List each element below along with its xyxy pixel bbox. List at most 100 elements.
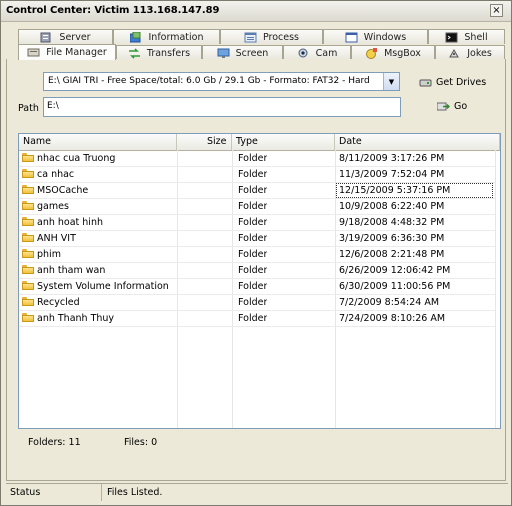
table-row[interactable]: ca nhac Folder 11/3/2009 7:52:04 PM <box>19 167 495 183</box>
table-row[interactable]: ANH VIT Folder 3/19/2009 6:36:30 PM <box>19 231 495 247</box>
cell-type: Folder <box>238 263 267 278</box>
cell-type: Folder <box>238 167 267 182</box>
cell-type-text: Folder <box>238 313 268 324</box>
cell-date-text: 8/11/2009 3:17:26 PM <box>339 153 445 164</box>
tab-label: Transfers <box>146 47 191 59</box>
cell-type: Folder <box>238 247 267 262</box>
column-header-size[interactable]: Size <box>177 134 232 150</box>
cell-name: anh hoat hinh <box>22 215 103 230</box>
folder-icon <box>22 169 34 178</box>
table-row[interactable]: anh hoat hinh Folder 9/18/2008 4:48:32 PM <box>19 215 495 231</box>
cell-name: ca nhac <box>22 167 74 182</box>
cell-name: Recycled <box>22 295 80 310</box>
cell-type-text: Folder <box>238 169 268 180</box>
column-divider <box>495 150 496 428</box>
tab-information[interactable]: Information <box>113 29 220 44</box>
tab-label: MsgBox <box>384 47 421 59</box>
drive-select-value: E:\ GIAI TRI - Free Space/total: 6.0 Gb … <box>48 76 370 86</box>
drive-select[interactable]: E:\ GIAI TRI - Free Space/total: 6.0 Gb … <box>43 72 400 91</box>
tab-transfers[interactable]: Transfers <box>116 45 202 60</box>
cell-type: Folder <box>238 183 267 198</box>
transfers-icon <box>128 47 141 59</box>
tab-label: Jokes <box>467 47 492 59</box>
cell-type: Folder <box>238 279 267 294</box>
cell-name-text: anh Thanh Thuy <box>37 313 115 324</box>
close-button[interactable]: × <box>490 4 503 17</box>
cell-name: nhac cua Truong <box>22 151 115 166</box>
jokes-icon <box>448 48 461 59</box>
path-input[interactable]: E:\ <box>43 97 401 117</box>
column-header-name[interactable]: Name <box>19 134 177 150</box>
folder-icon <box>22 153 34 162</box>
cell-date: 6/26/2009 12:06:42 PM <box>339 263 450 278</box>
msgbox-icon <box>365 47 378 59</box>
cell-date: 12/6/2008 2:21:48 PM <box>339 247 444 262</box>
cell-name: games <box>22 199 69 214</box>
table-row[interactable]: games Folder 10/9/2008 6:22:40 PM <box>19 199 495 215</box>
cell-name: anh Thanh Thuy <box>22 311 114 326</box>
cell-name-text: anh hoat hinh <box>37 217 103 228</box>
cell-date: 3/19/2009 6:36:30 PM <box>339 231 444 246</box>
table-row[interactable]: anh tham wan Folder 6/26/2009 12:06:42 PM <box>19 263 495 279</box>
cell-date: 6/30/2009 11:00:56 PM <box>339 279 450 294</box>
folders-count: Folders: 11 <box>28 437 81 448</box>
title-bar[interactable]: Control Center: Victim 113.168.147.89 × <box>1 1 511 22</box>
table-row[interactable]: Recycled Folder 7/2/2009 8:54:24 AM <box>19 295 495 311</box>
cell-type: Folder <box>238 151 267 166</box>
cell-name: MSOCache <box>22 183 88 198</box>
tab-label: Server <box>59 31 91 43</box>
tab-jokes[interactable]: Jokes <box>435 45 505 60</box>
table-row[interactable]: nhac cua Truong Folder 8/11/2009 3:17:26 P… <box>19 151 495 167</box>
cell-name-text: nhac cua Truong <box>37 153 116 164</box>
process-icon <box>244 32 257 43</box>
column-header-date[interactable]: Date <box>335 134 500 150</box>
window-title: Control Center: Victim 113.168.147.89 <box>6 5 220 16</box>
cell-date: 9/18/2008 4:48:32 PM <box>339 215 444 230</box>
table-row[interactable]: System Volume Information Folder 6/30/2009… <box>19 279 495 295</box>
cell-type: Folder <box>238 199 267 214</box>
tab-windows[interactable]: Windows <box>323 29 428 44</box>
table-row[interactable]: phim Folder 12/6/2008 2:21:48 PM <box>19 247 495 263</box>
tab-label: Cam <box>315 47 338 59</box>
tab-shell[interactable]: Shell <box>428 29 505 44</box>
cell-type-text: Folder <box>238 233 268 244</box>
cell-name: anh tham wan <box>22 263 105 278</box>
shell-icon <box>445 32 458 43</box>
folder-icon <box>22 281 34 290</box>
status-text: Files Listed. <box>107 487 163 498</box>
cell-date-text: 11/3/2009 7:52:04 PM <box>339 169 445 180</box>
get-drives-button[interactable]: Get Drives <box>419 77 486 88</box>
cell-type-text: Folder <box>238 185 268 196</box>
status-label: Status <box>6 484 102 501</box>
cell-name: phim <box>22 247 61 262</box>
windows-icon <box>345 32 358 43</box>
files-count: Files: 0 <box>124 437 158 448</box>
tab-file-manager[interactable]: File Manager <box>18 44 116 60</box>
status-bar: Status Files Listed. <box>6 483 508 501</box>
cell-type: Folder <box>238 311 267 326</box>
cam-icon <box>297 48 310 59</box>
cell-name-text: phim <box>37 249 61 260</box>
file-manager-icon <box>27 47 40 58</box>
drive-icon <box>419 77 432 88</box>
file-list[interactable]: Name Size Type Date nhac cua Truong Folde… <box>18 133 501 429</box>
get-drives-label: Get Drives <box>436 77 487 88</box>
column-header-type[interactable]: Type <box>232 134 335 150</box>
cell-type: Folder <box>238 295 267 310</box>
cell-date-text: 7/2/2009 8:54:24 AM <box>339 297 440 308</box>
tab-msgbox[interactable]: MsgBox <box>351 45 435 60</box>
table-row[interactable]: anh Thanh Thuy Folder 7/24/2009 8:10:26 AM <box>19 311 495 327</box>
cell-date: 8/11/2009 3:17:26 PM <box>339 151 444 166</box>
tab-process[interactable]: Process <box>220 29 323 44</box>
cell-date-text: 3/19/2009 6:36:30 PM <box>339 233 445 244</box>
cell-date: 7/24/2009 8:10:26 AM <box>339 311 445 326</box>
cell-type-text: Folder <box>238 153 268 164</box>
folder-icon <box>22 265 34 274</box>
tab-server[interactable]: Server <box>18 29 113 44</box>
chevron-down-icon[interactable]: ▼ <box>383 73 399 90</box>
cell-name: ANH VIT <box>22 231 76 246</box>
tab-screen[interactable]: Screen <box>202 45 283 60</box>
go-button[interactable]: Go <box>436 101 467 112</box>
tab-cam[interactable]: Cam <box>283 45 351 60</box>
focus-outline <box>336 183 493 198</box>
